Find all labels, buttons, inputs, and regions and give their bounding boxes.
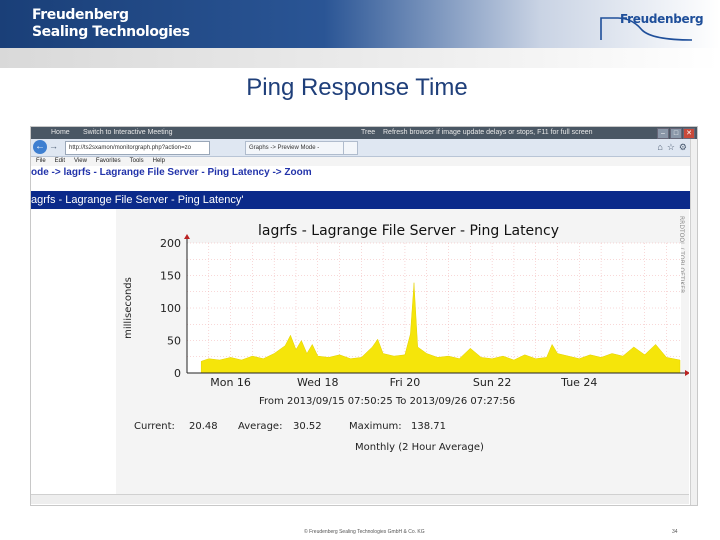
freudenberg-logo: Freudenberg	[598, 12, 704, 42]
window-controls: – □ ✕	[657, 128, 695, 139]
home-icon[interactable]: ⌂	[657, 142, 666, 152]
interactive-meeting-link[interactable]: Switch to Interactive Meeting	[83, 127, 173, 139]
menu-tools[interactable]: Tools	[130, 158, 144, 164]
x-tick-label: Fri 20	[390, 376, 421, 389]
maximum-value: 138.71	[411, 421, 446, 432]
brand-wordmark: Freudenberg Sealing Technologies	[32, 7, 190, 41]
brand-line-1: Freudenberg	[32, 7, 129, 23]
tab-blank[interactable]	[343, 141, 358, 155]
vertical-scrollbar[interactable]	[690, 139, 697, 505]
slide-title: Ping Response Time	[246, 74, 468, 101]
minimize-icon[interactable]: –	[657, 128, 669, 139]
y-tick-label: 150	[160, 270, 181, 283]
maximize-icon[interactable]: □	[670, 128, 682, 139]
x-tick-label: Tue 24	[560, 376, 597, 389]
brand-header-bar: Freudenberg Sealing Technologies Freuden…	[0, 0, 720, 48]
menu-help[interactable]: Help	[153, 158, 165, 164]
home-link[interactable]: Home	[51, 127, 70, 139]
horizontal-scrollbar[interactable]	[31, 494, 689, 504]
y-axis-label: milliseconds	[123, 277, 134, 339]
toolbar-icons: ⌂☆⚙	[657, 142, 691, 153]
x-tick-label: Wed 18	[297, 376, 338, 389]
menu-bar: File Edit View Favorites Tools Help	[31, 157, 697, 166]
x-tick-label: Mon 16	[210, 376, 251, 389]
copyright: © Freudenberg Sealing Technologies GmbH …	[304, 529, 425, 535]
favorites-star-icon[interactable]: ☆	[667, 142, 679, 152]
menu-edit[interactable]: Edit	[55, 158, 65, 164]
tab-graphs-preview[interactable]: Graphs -> Preview Mode -	[245, 141, 346, 155]
breadcrumb[interactable]: ode -> lagrfs - Lagrange File Server - P…	[31, 166, 697, 180]
graph-title: lagrfs - Lagrange File Server - Ping Lat…	[258, 223, 559, 239]
browser-title-bar: Home Switch to Interactive Meeting Tree …	[31, 127, 697, 139]
logo-text: Freudenberg	[620, 12, 704, 26]
average-label: Average:	[238, 421, 282, 432]
back-icon[interactable]: ←	[33, 140, 47, 154]
address-bar[interactable]: http://ts2sxamon/monitorgraph.php?action…	[65, 141, 210, 155]
graph-page-header: agrfs - Lagrange File Server - Ping Late…	[31, 191, 691, 209]
current-label: Current:	[134, 421, 175, 432]
brand-line-2: Sealing Technologies	[32, 24, 190, 40]
y-tick-label: 200	[160, 237, 181, 250]
menu-favorites[interactable]: Favorites	[96, 158, 121, 164]
page-number: 34	[672, 529, 678, 535]
menu-view[interactable]: View	[74, 158, 87, 164]
tree-link[interactable]: Tree	[361, 127, 375, 139]
x-tick-label: Sun 22	[473, 376, 511, 389]
date-range: From 2013/09/15 07:50:25 To 2013/09/26 0…	[259, 396, 515, 407]
header-strip	[0, 48, 720, 68]
ping-latency-graph: lagrfs - Lagrange File Server - Ping Lat…	[116, 209, 689, 494]
address-row: ← → http://ts2sxamon/monitorgraph.php?ac…	[31, 139, 697, 157]
y-tick-label: 50	[167, 335, 181, 348]
forward-icon[interactable]: →	[49, 141, 58, 151]
menu-file[interactable]: File	[36, 158, 46, 164]
y-tick-label: 0	[174, 367, 181, 380]
graph-footer: Monthly (2 Hour Average)	[355, 442, 484, 453]
y-tick-label: 100	[160, 302, 181, 315]
maximum-label: Maximum:	[349, 421, 402, 432]
refresh-hint: Refresh browser if image update delays o…	[383, 129, 593, 136]
browser-screenshot: Home Switch to Interactive Meeting Tree …	[30, 126, 698, 506]
average-value: 30.52	[293, 421, 322, 432]
close-icon[interactable]: ✕	[683, 128, 695, 139]
current-value: 20.48	[189, 421, 218, 432]
